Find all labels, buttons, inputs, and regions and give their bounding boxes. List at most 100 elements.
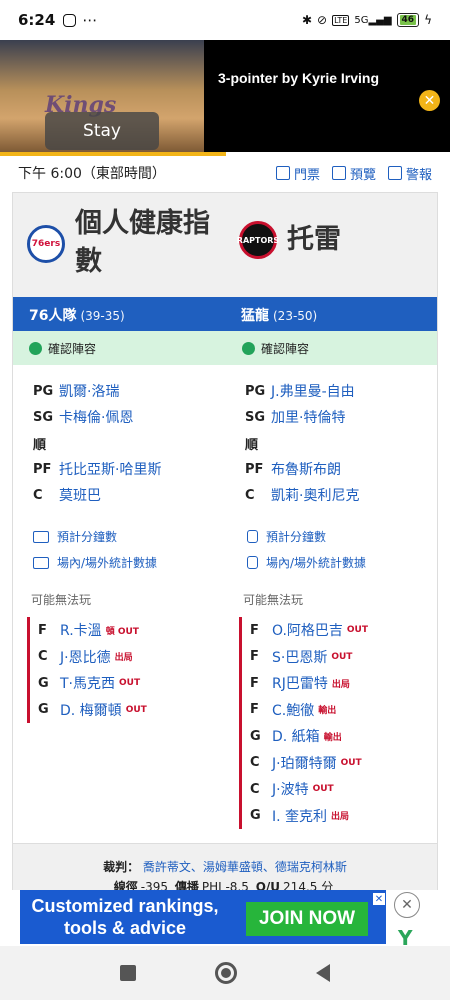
player-name: C.鮑徹	[272, 702, 315, 719]
position-label: C	[245, 487, 255, 503]
battery-icon: 46	[396, 13, 420, 27]
ad-text[interactable]: Customized rankings, tools & advice	[20, 895, 230, 939]
projected-minutes-link-left[interactable]: 預計分鐘數	[33, 528, 117, 545]
position-label: C	[38, 649, 48, 665]
lineup-row[interactable]: C 凱莉·奧利尼克	[245, 482, 359, 508]
lineup-row[interactable]: PG J.弗里曼-自由	[245, 378, 359, 404]
mail-icon	[387, 166, 402, 180]
stay-button[interactable]: Stay	[45, 112, 159, 150]
player-name: 莫班巴	[59, 488, 101, 504]
player-name: 卡梅倫·佩恩	[59, 410, 134, 426]
injury-status-badge: OUT	[312, 784, 334, 795]
injury-status-badge: OUT	[346, 625, 369, 636]
document-icon	[331, 166, 346, 180]
video-thumbnail[interactable]: Kings Stay	[0, 40, 204, 152]
injury-row[interactable]: C J·珀爾特爾 OUT	[250, 750, 368, 777]
team-left-name[interactable]: 個人健康指數	[75, 205, 225, 281]
game-header: 下午 6:00（東部時間） 門票 預覽 警報	[0, 156, 450, 190]
left-lineup: PG 凱爾·洛瑞 SG 卡梅倫·佩恩 順 PF 托比亞斯·哈里斯 C 莫班巴	[33, 378, 161, 508]
position-label: PG	[33, 383, 54, 399]
alerts-label: 警報	[405, 167, 432, 183]
instagram-icon	[63, 13, 77, 27]
tickets-link[interactable]: 門票	[275, 164, 320, 183]
injury-row[interactable]: G I. 奎克利 出局	[250, 803, 368, 830]
recents-button[interactable]	[119, 965, 136, 981]
player-name: D. 梅爾頓	[60, 702, 122, 719]
projected-minutes-label: 預計分鐘數	[266, 530, 327, 544]
sixers-logo-icon: 76ers	[27, 225, 65, 263]
injury-status-badge: 輸出	[323, 732, 342, 743]
team-left[interactable]: 76ers 個人健康指數	[27, 205, 225, 281]
injury-row[interactable]: F RJ巴雷特 出局	[250, 670, 368, 697]
system-nav-bar	[0, 946, 450, 1000]
projected-minutes-link-right[interactable]: 預計分鐘數	[247, 528, 326, 545]
close-video-icon[interactable]: ✕	[419, 90, 440, 111]
join-now-button[interactable]: JOIN NOW	[246, 902, 368, 936]
video-title[interactable]: 3-pointer by Kyrie Irving	[218, 70, 379, 86]
officials-row: 裁判： 喬許蒂文、湯姆華盛頓、德瑞克柯林斯	[0, 858, 450, 875]
position-label: C	[250, 755, 260, 771]
player-name: S·巴恩斯	[272, 649, 328, 666]
ad-banner[interactable]: Customized rankings, tools & advice JOIN…	[20, 890, 386, 944]
team-right[interactable]: RAPTORS 托雷	[237, 221, 341, 259]
sliders-icon	[33, 530, 49, 543]
player-name: I. 奎克利	[272, 808, 328, 825]
raptors-logo-icon: RAPTORS	[237, 221, 279, 259]
player-name: J·珀爾特爾	[272, 755, 337, 772]
injury-row[interactable]: C J·恩比德 出局	[38, 644, 147, 671]
player-name: O.阿格巴吉	[272, 623, 343, 640]
lineup-row: 順	[245, 430, 359, 456]
ad-info-close-icon[interactable]: ✕	[372, 892, 386, 906]
lineup-row[interactable]: SG 加里·特倫特	[245, 404, 359, 430]
back-button[interactable]	[316, 964, 331, 982]
right-status-label: 確認陣容	[261, 342, 310, 356]
lineup-row: 順	[33, 430, 161, 456]
mute-icon: ⊘	[317, 13, 328, 27]
may-not-play-label-right: 可能無法玩	[243, 593, 304, 607]
video-banner[interactable]: Kings Stay 3-pointer by Kyrie Irving ✕	[0, 40, 450, 152]
projected-minutes-label: 預計分鐘數	[57, 530, 118, 544]
team-left-record-value: (39-35)	[80, 309, 125, 323]
court-icon	[33, 556, 49, 569]
injury-row[interactable]: F S·巴恩斯 OUT	[250, 644, 368, 671]
lineup-row[interactable]: SG 卡梅倫·佩恩	[33, 404, 161, 430]
injury-row[interactable]: G T·馬克西 OUT	[38, 670, 147, 697]
team-right-name[interactable]: 托雷	[287, 221, 341, 259]
volte-icon: LTE	[332, 14, 350, 26]
injury-row[interactable]: C J·波特 OUT	[250, 776, 368, 803]
right-lineup: PG J.弗里曼-自由 SG 加里·特倫特 順 PF 布魯斯布朗 C 凱莉·奧利尼克	[245, 378, 359, 508]
home-away-stats-label: 場內/場外統計數據	[57, 556, 158, 570]
lineup-row[interactable]: PG 凱爾·洛瑞	[33, 378, 161, 404]
lineup-card: 76ers 個人健康指數 RAPTORS 托雷 76人隊 (39-35) 猛龍 (2…	[12, 192, 438, 844]
injury-status-badge: 出局	[114, 653, 133, 664]
lock-icon	[247, 556, 258, 569]
injury-row[interactable]: F O.阿格巴吉 OUT	[250, 617, 368, 644]
preview-link[interactable]: 預覽	[331, 164, 376, 183]
injury-row[interactable]: G D. 紙箱 輸出	[250, 723, 368, 750]
home-away-stats-link-right[interactable]: 場內/場外統計數據	[247, 554, 366, 571]
left-injury-list: F R.卡溫頓 OUT C J·恩比德 出局 G T·馬克西 OUT G D. 梅爾頓 OUT	[27, 617, 147, 723]
injury-row[interactable]: F R.卡溫頓 OUT	[38, 617, 147, 644]
injury-status-badge: 出局	[331, 812, 350, 823]
bluetooth-icon: ✱	[301, 13, 312, 27]
injury-row[interactable]: G D. 梅爾頓 OUT	[38, 697, 147, 724]
position-label: C	[33, 487, 43, 503]
officials-names[interactable]: 喬許蒂文、湯姆華盛頓、德瑞克柯林斯	[143, 860, 347, 874]
injury-status-badge: OUT	[340, 757, 362, 768]
player-name: 加里·特倫特	[271, 410, 346, 426]
lock-icon	[247, 530, 258, 543]
injury-row[interactable]: F C.鮑徹 輸出	[250, 697, 368, 724]
header-links: 門票 預覽 警報	[275, 164, 432, 183]
confirmed-dot-icon	[242, 342, 255, 355]
lineup-row[interactable]: PF 托比亞斯·哈里斯	[33, 456, 161, 482]
position-label: F	[250, 649, 259, 665]
home-button[interactable]	[214, 962, 237, 984]
lineup-row[interactable]: PF 布魯斯布朗	[245, 456, 359, 482]
lineup-row[interactable]: C 莫班巴	[33, 482, 161, 508]
alerts-link[interactable]: 警報	[387, 164, 432, 183]
home-away-stats-link-left[interactable]: 場內/場外統計數據	[33, 554, 157, 571]
player-name: RJ巴雷特	[272, 676, 328, 693]
close-ad-icon[interactable]: ✕	[394, 892, 420, 918]
left-lineup-status: 確認陣容	[29, 340, 96, 357]
may-not-play-label-left: 可能無法玩	[31, 593, 92, 607]
